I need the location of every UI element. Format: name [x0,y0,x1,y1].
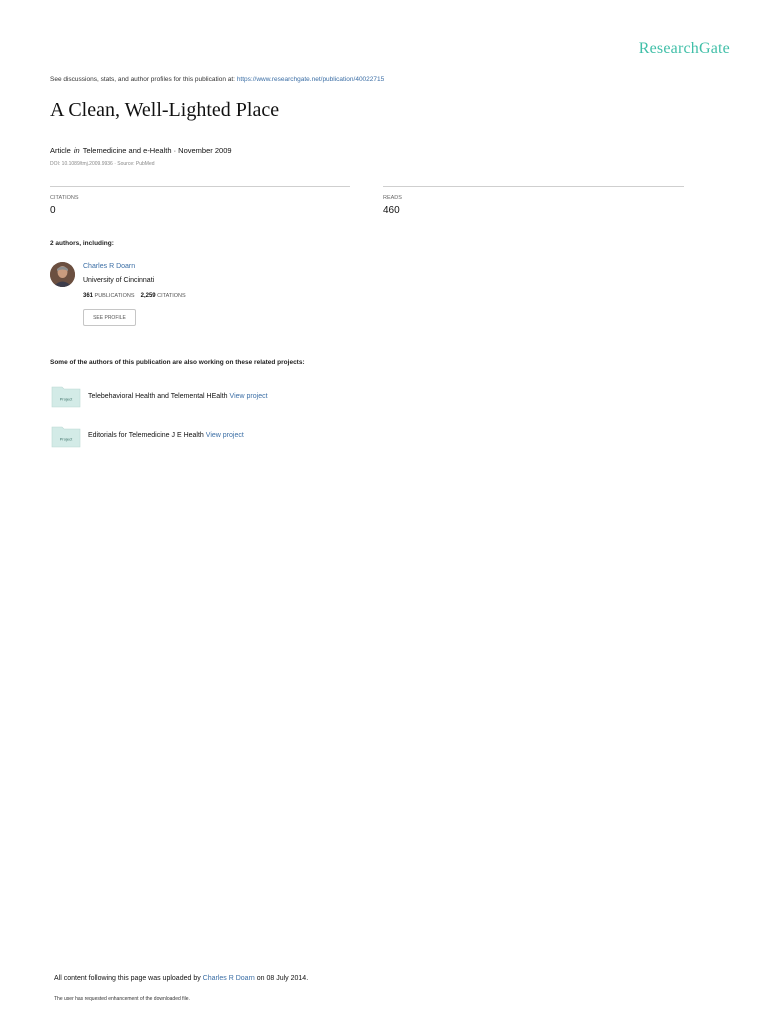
researchgate-logo: ResearchGate [638,40,730,57]
enhancement-note: The user has requested enhancement of th… [54,996,190,1002]
citations-value: 0 [50,205,56,216]
publications-count: 361 [83,293,94,299]
publications-label: PUBLICATIONS [94,293,135,299]
authors-heading: 2 authors, including: [50,240,114,247]
view-project-link[interactable]: View project [230,393,268,400]
avatar[interactable] [50,262,75,287]
svg-text:Project: Project [60,397,73,402]
author-name-link[interactable]: Charles R Doarn [83,263,135,270]
project-title: Telebehavioral Health and Telemental HEa… [88,393,228,400]
article-date: · November 2009 [173,146,232,155]
list-item: Telebehavioral Health and Telemental HEa… [88,393,268,400]
author-stats: 361 PUBLICATIONS 2,259 CITATIONS [83,293,186,299]
author-photo-icon [50,262,75,287]
journal-name: Telemedicine and e-Health [82,146,172,155]
discussion-text: See discussions, stats, and author profi… [50,76,235,83]
doi-source-line: DOI: 10.1089/tmj.2009.9936 · Source: Pub… [50,161,155,167]
uploaded-prefix: All content following this page was uplo… [54,975,201,982]
author-citations-count: 2,259 [140,293,156,299]
list-item: Editorials for Telemedicine J E Health V… [88,432,244,439]
article-in-label: in [73,146,80,155]
view-project-link[interactable]: View project [206,432,244,439]
see-profile-button[interactable]: SEE PROFILE [83,309,136,326]
project-folder-icon: Project [51,424,81,448]
publication-url-link[interactable]: https://www.researchgate.net/publication… [237,76,384,83]
project-title: Editorials for Telemedicine J E Health [88,432,204,439]
reads-value: 460 [383,205,400,216]
uploaded-by-line: All content following this page was uplo… [54,975,308,982]
svg-text:Project: Project [60,437,73,442]
author-institution: University of Cincinnati [83,277,155,284]
divider [383,186,684,187]
citations-label: CITATIONS [50,195,79,201]
discussion-line: See discussions, stats, and author profi… [50,76,384,83]
article-meta: Article in Telemedicine and e-Health · Nov… [50,146,232,155]
divider [50,186,350,187]
article-type: Article [50,146,71,155]
reads-label: READS [383,195,402,201]
related-projects-heading: Some of the authors of this publication … [50,359,305,366]
uploader-link[interactable]: Charles R Doarn [203,975,255,982]
project-folder-icon: Project [51,384,81,408]
uploaded-date: on 08 July 2014. [256,975,309,982]
author-citations-label: CITATIONS [157,293,186,299]
article-title: A Clean, Well-Lighted Place [50,99,280,121]
